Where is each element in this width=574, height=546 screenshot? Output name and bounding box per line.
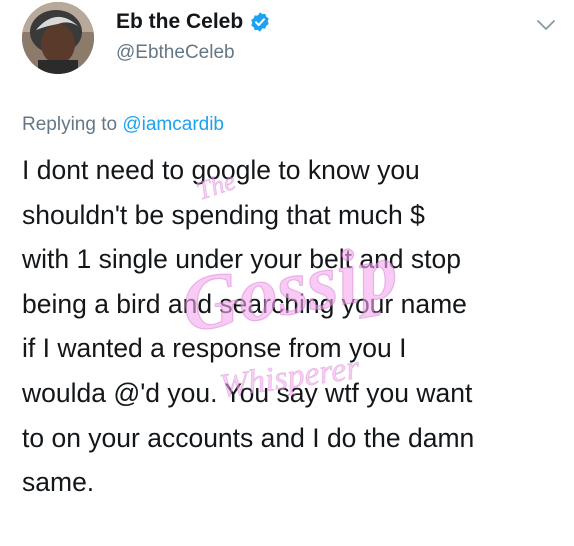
author-handle[interactable]: @EbtheCeleb (116, 42, 235, 64)
tweet-line: shouldn't be spending that much $ (22, 199, 425, 230)
tweet-line: being a bird and searching your name (22, 288, 467, 319)
tweet-line: I dont need to google to know you (22, 155, 420, 185)
tweet-text: I dont need to google to know you should… (22, 148, 570, 505)
avatar-image (22, 2, 94, 74)
replying-to: Replying to @iamcardib (22, 114, 224, 136)
verified-badge-icon (249, 11, 271, 33)
author-display-name-row[interactable]: Eb the Celeb (116, 10, 271, 34)
author-avatar[interactable] (22, 2, 94, 74)
chevron-down-icon[interactable] (536, 18, 556, 32)
replying-to-label: Replying to (22, 114, 123, 135)
tweet-line: woulda @'d you. You say wtf you want (22, 377, 473, 408)
tweet-line: to on your accounts and I do the damn (22, 422, 475, 453)
tweet-line: if I wanted a response from you I (22, 333, 407, 364)
tweet-line: same. (22, 467, 95, 498)
author-display-name[interactable]: Eb the Celeb (116, 10, 243, 34)
tweet-line: with 1 single under your belt and stop (22, 244, 461, 275)
reply-mention-link[interactable]: @iamcardib (122, 114, 224, 135)
